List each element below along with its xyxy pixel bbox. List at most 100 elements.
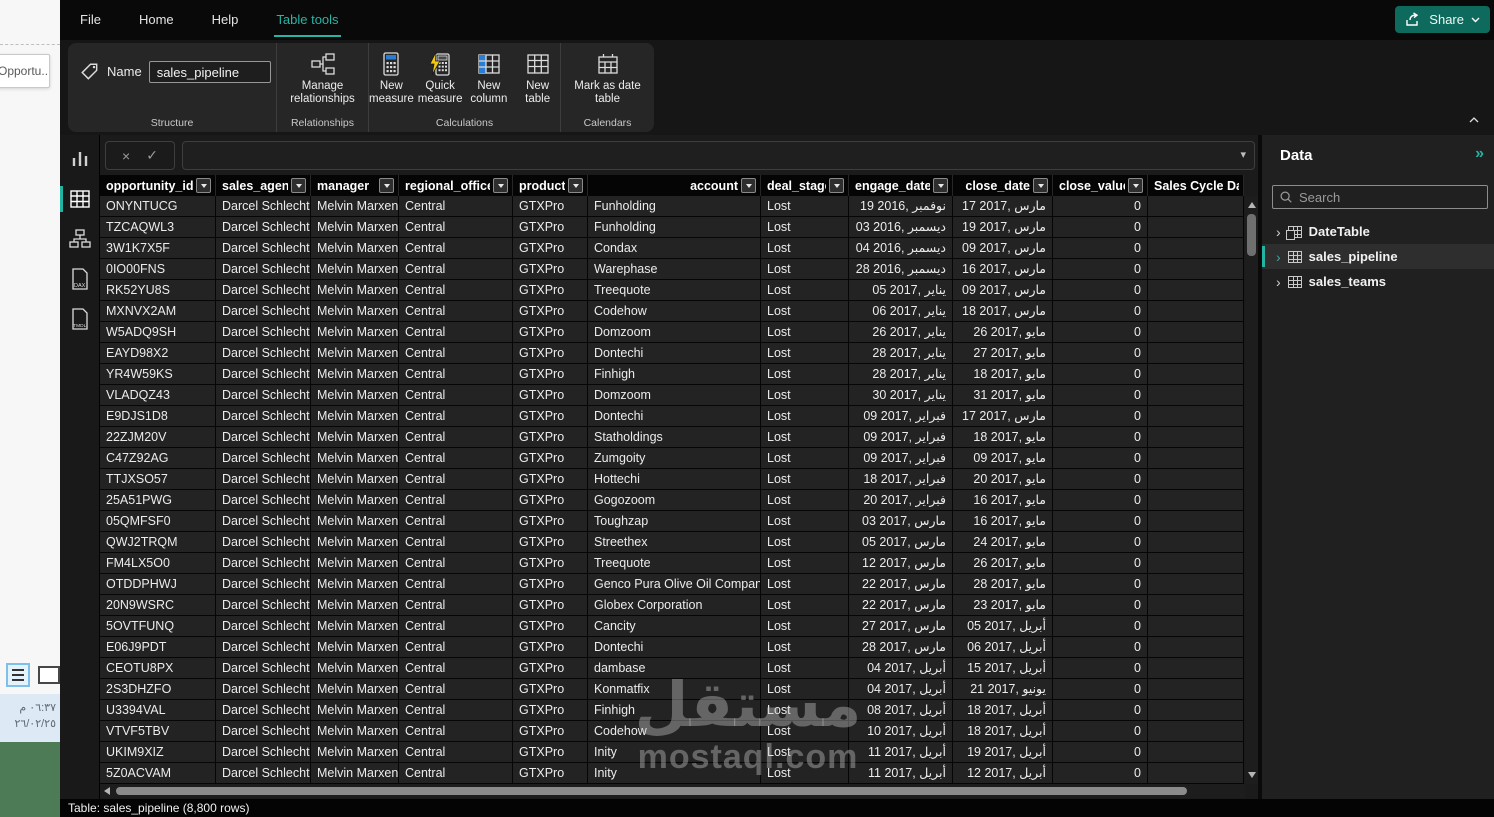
table-row[interactable]: C47Z92AG Darcel Schlecht Melvin Marxen Cent… [100,448,1244,469]
quick-measure-button[interactable]: Quick measure [418,51,463,113]
manage-relationships-button[interactable]: Manage relationships [280,51,366,113]
table-row[interactable]: RK52YU8S Darcel Schlecht Melvin Marxen Cent… [100,280,1244,301]
expand-chevron-icon[interactable]: › [1276,250,1281,264]
table-row[interactable]: 0IO00FNS Darcel Schlecht Melvin Marxen Cent… [100,259,1244,280]
table-row[interactable]: EAYD98X2 Darcel Schlecht Melvin Marxen Cent… [100,343,1244,364]
new-measure-button[interactable]: New measure [369,51,414,113]
table-row[interactable]: OTDDPHWJ Darcel Schlecht Melvin Marxen Cent… [100,574,1244,595]
table-row[interactable]: W5ADQ9SH Darcel Schlecht Melvin Marxen Cent… [100,322,1244,343]
column-header-engage-date[interactable]: engage_date [849,175,953,196]
vertical-scroll-thumb[interactable] [1247,214,1256,256]
data-table-sales-teams[interactable]: › sales_teams [1262,269,1494,294]
report-view-button[interactable] [60,139,100,179]
filter-button-close-date[interactable] [1033,178,1048,193]
cell-engage-date: 03 2017, مارس [849,511,953,531]
table-row[interactable]: CEOTU8PX Darcel Schlecht Melvin Marxen Cent… [100,658,1244,679]
column-header-product[interactable]: product [513,175,588,196]
taskbar-menu-icon[interactable] [6,663,30,687]
collapse-pane-icon[interactable]: » [1475,145,1484,163]
filter-button-close-value[interactable] [1128,178,1143,193]
cell-manager: Melvin Marxen [311,763,399,783]
filter-button-opportunity-id[interactable] [196,178,211,193]
share-button[interactable]: Share [1395,6,1490,33]
table-row[interactable]: ONYNTUCG Darcel Schlecht Melvin Marxen Cent… [100,196,1244,217]
expand-chevron-icon[interactable]: › [1276,275,1281,289]
search-input[interactable] [1299,189,1481,205]
table-name-input[interactable] [148,61,271,83]
filter-button-regional-office[interactable] [493,178,508,193]
filter-button-manager[interactable] [379,178,394,193]
column-header-sales-cycle-days[interactable]: Sales Cycle Days [1148,175,1244,196]
table-row[interactable]: 5OVTFUNQ Darcel Schlecht Melvin Marxen Cent… [100,616,1244,637]
table-row[interactable]: 22ZJM20V Darcel Schlecht Melvin Marxen Cent… [100,427,1244,448]
expand-chevron-icon[interactable]: › [1276,225,1281,239]
filter-button-deal-stage[interactable] [829,178,844,193]
filter-button-sales-agent[interactable] [291,178,306,193]
filter-button-account[interactable] [741,178,756,193]
table-row[interactable]: U3394VAL Darcel Schlecht Melvin Marxen Cent… [100,700,1244,721]
scroll-up-arrow-icon[interactable] [1248,202,1256,208]
table-row[interactable]: TZCAQWL3 Darcel Schlecht Melvin Marxen Cent… [100,217,1244,238]
horizontal-scrollbar[interactable] [100,784,1245,798]
cell-deal-stage: Lost [761,322,849,342]
menu-table-tools[interactable]: Table tools [274,0,341,40]
table-row[interactable]: VTVF5TBV Darcel Schlecht Melvin Marxen Cent… [100,721,1244,742]
column-header-manager[interactable]: manager [311,175,399,196]
filter-button-engage-date[interactable] [933,178,948,193]
cell-product: GTXPro [513,217,588,237]
filter-button-product[interactable] [568,178,583,193]
cell-sales-cycle-days [1148,406,1244,426]
tmdl-view-button[interactable]: TMDL [60,299,100,339]
column-header-deal-stage[interactable]: deal_stage [761,175,849,196]
menu-home[interactable]: Home [139,0,174,40]
formula-expand-chevron-icon[interactable]: ▾ [1240,148,1246,161]
table-row[interactable]: FM4LX5O0 Darcel Schlecht Melvin Marxen Cent… [100,553,1244,574]
horizontal-scroll-thumb[interactable] [116,787,1187,795]
data-search-box[interactable] [1272,185,1488,209]
menu-file[interactable]: File [80,0,101,40]
table-row[interactable]: E06J9PDT Darcel Schlecht Melvin Marxen Cent… [100,637,1244,658]
cell-sales-agent: Darcel Schlecht [216,196,311,216]
menu-help[interactable]: Help [212,0,239,40]
table-row[interactable]: YR4W59KS Darcel Schlecht Melvin Marxen Cent… [100,364,1244,385]
collapse-ribbon-button[interactable] [1468,111,1480,129]
data-pane: Data » › DateTable › sales_pipeline › sales_t… [1262,135,1494,799]
cell-opportunity-id: 2S3DHZFO [100,679,216,699]
table-view-button[interactable] [60,179,100,219]
column-header-opportunity-id[interactable]: opportunity_id [100,175,216,196]
new-column-button[interactable]: New column [467,51,512,113]
column-header-regional-office[interactable]: regional_office [399,175,513,196]
scroll-left-arrow-icon[interactable] [104,787,110,795]
table-row[interactable]: MXNVX2AM Darcel Schlecht Melvin Marxen Cent… [100,301,1244,322]
floating-window-title[interactable]: Opportu... [0,54,50,88]
table-row[interactable]: 20N9WSRC Darcel Schlecht Melvin Marxen Cent… [100,595,1244,616]
table-row[interactable]: VLADQZ43 Darcel Schlecht Melvin Marxen Cent… [100,385,1244,406]
mark-as-date-table-button[interactable]: Mark as date table [565,51,651,113]
table-row[interactable]: QWJ2TRQM Darcel Schlecht Melvin Marxen Cent… [100,532,1244,553]
new-table-button[interactable]: New table [515,51,560,113]
table-row[interactable]: 05QMFSF0 Darcel Schlecht Melvin Marxen Cent… [100,511,1244,532]
dax-query-view-button[interactable]: DAX [60,259,100,299]
vertical-scrollbar[interactable] [1245,196,1258,784]
table-row[interactable]: 3W1K7X5F Darcel Schlecht Melvin Marxen Cent… [100,238,1244,259]
table-row[interactable]: 5Z0ACVAM Darcel Schlecht Melvin Marxen Cent… [100,763,1244,784]
table-row[interactable]: 25A51PWG Darcel Schlecht Melvin Marxen Cent… [100,490,1244,511]
column-header-close-value[interactable]: close_value [1053,175,1148,196]
table-row[interactable]: UKIM9XIZ Darcel Schlecht Melvin Marxen Cent… [100,742,1244,763]
column-header-close-date[interactable]: close_date [953,175,1053,196]
cell-sales-agent: Darcel Schlecht [216,238,311,258]
model-view-button[interactable] [60,219,100,259]
cell-manager: Melvin Marxen [311,595,399,615]
column-header-account[interactable]: account [588,175,761,196]
table-row[interactable]: 2S3DHZFO Darcel Schlecht Melvin Marxen Cent… [100,679,1244,700]
formula-input[interactable]: ▾ [182,141,1255,170]
taskbar-window-icon[interactable] [38,666,60,684]
table-row[interactable]: E9DJS1D8 Darcel Schlecht Melvin Marxen Cent… [100,406,1244,427]
data-table-sales-pipeline[interactable]: › sales_pipeline [1262,244,1494,269]
scroll-down-arrow-icon[interactable] [1248,772,1256,778]
data-table-datetable[interactable]: › DateTable [1262,219,1494,244]
cancel-icon[interactable]: × [122,148,130,164]
confirm-icon[interactable]: ✓ [146,147,158,164]
table-row[interactable]: TTJXSO57 Darcel Schlecht Melvin Marxen Cent… [100,469,1244,490]
column-header-sales-agent[interactable]: sales_agent [216,175,311,196]
